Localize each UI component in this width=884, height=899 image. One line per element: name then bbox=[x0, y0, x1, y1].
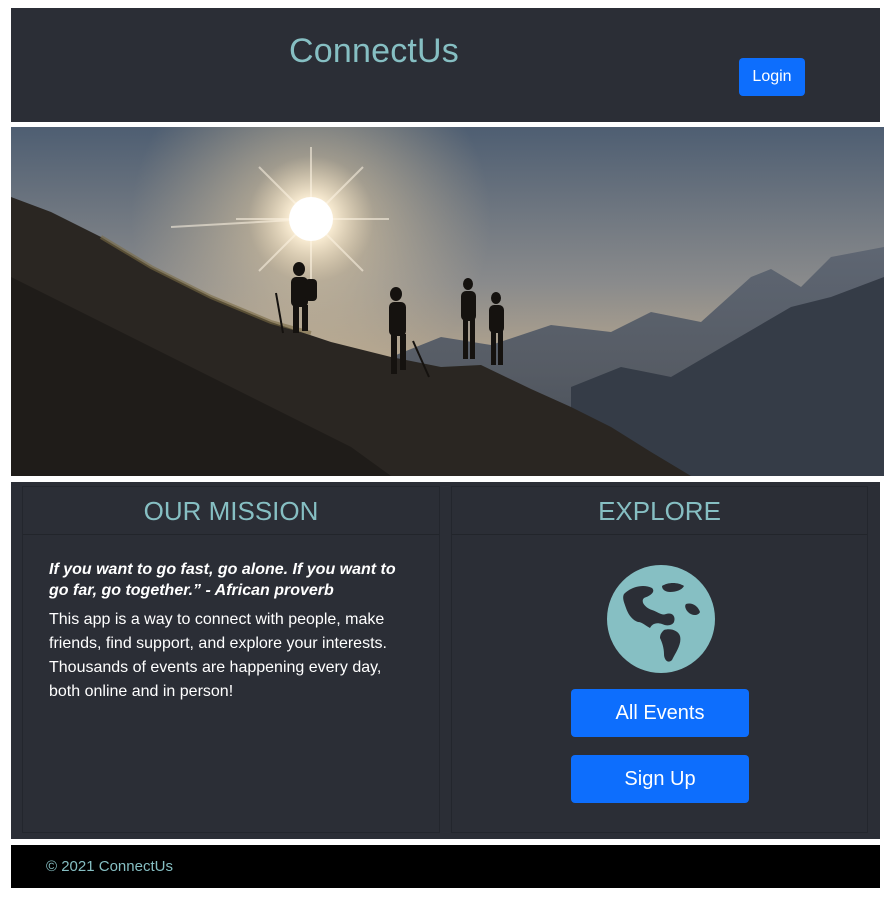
hero-photo bbox=[11, 127, 884, 476]
explore-panel: EXPLORE All Events Sign Up bbox=[451, 486, 868, 833]
site-header: ConnectUs Login bbox=[11, 8, 880, 122]
site-footer: © 2021 ConnectUs bbox=[11, 845, 880, 888]
sign-up-button[interactable]: Sign Up bbox=[571, 755, 749, 803]
explore-title: EXPLORE bbox=[452, 487, 867, 535]
copyright-text: © 2021 ConnectUs bbox=[46, 858, 173, 875]
brand-logo[interactable]: ConnectUs bbox=[289, 32, 459, 71]
globe-icon bbox=[606, 564, 716, 674]
content-section: OUR MISSION If you want to go fast, go a… bbox=[11, 482, 880, 839]
login-button[interactable]: Login bbox=[739, 58, 805, 96]
mission-quote: If you want to go fast, go alone. If you… bbox=[49, 561, 396, 599]
hero-image bbox=[11, 127, 884, 476]
mission-panel: OUR MISSION If you want to go fast, go a… bbox=[22, 486, 440, 833]
all-events-button[interactable]: All Events bbox=[571, 689, 749, 737]
mission-title: OUR MISSION bbox=[23, 487, 439, 535]
mission-text: This app is a way to connect with people… bbox=[49, 611, 387, 700]
